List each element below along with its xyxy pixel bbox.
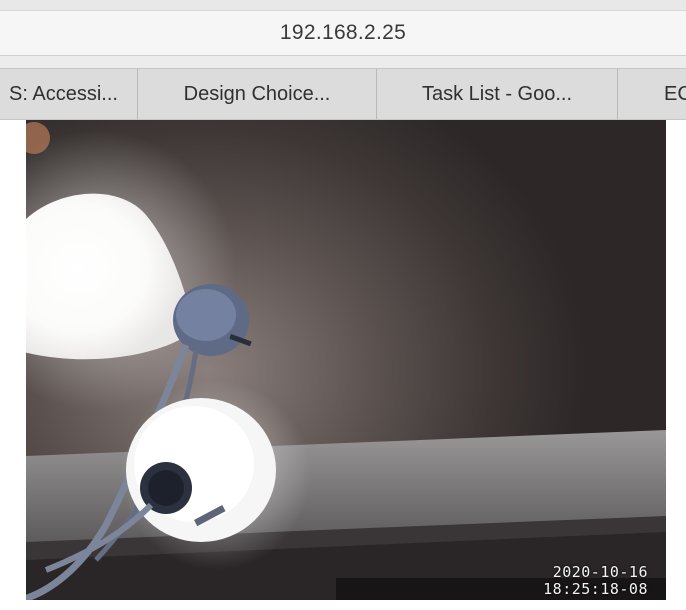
- timestamp-date: 2020-10-16: [552, 563, 648, 581]
- tab-accessibility[interactable]: S: Accessi...: [0, 69, 138, 119]
- camera-scene: [26, 122, 666, 600]
- address-text: 192.168.2.25: [279, 21, 407, 44]
- tab-label: EC: [664, 82, 686, 105]
- tab-label: Task List - Goo...: [421, 82, 573, 105]
- tab-label: S: Accessi...: [9, 82, 118, 105]
- camera-timestamp: 2020-10-16 18:25:18-08: [543, 564, 648, 598]
- tab-label: Design Choice...: [183, 82, 331, 105]
- tab-design-choice[interactable]: Design Choice...: [138, 69, 377, 119]
- tab-task-list[interactable]: Task List - Goo...: [377, 69, 618, 119]
- camera-feed-image: 2020-10-16 18:25:18-08: [26, 120, 666, 600]
- address-bar[interactable]: 192.168.2.25: [0, 10, 686, 56]
- timestamp-time: 18:25:18-08: [543, 580, 648, 598]
- tab-ec[interactable]: EC: [618, 69, 686, 119]
- toolbar-gap: [0, 56, 686, 68]
- page-content: 2020-10-16 18:25:18-08: [0, 120, 686, 610]
- window-top-strip: [0, 0, 686, 10]
- tab-bar: S: Accessi... Design Choice... Task List…: [0, 68, 686, 120]
